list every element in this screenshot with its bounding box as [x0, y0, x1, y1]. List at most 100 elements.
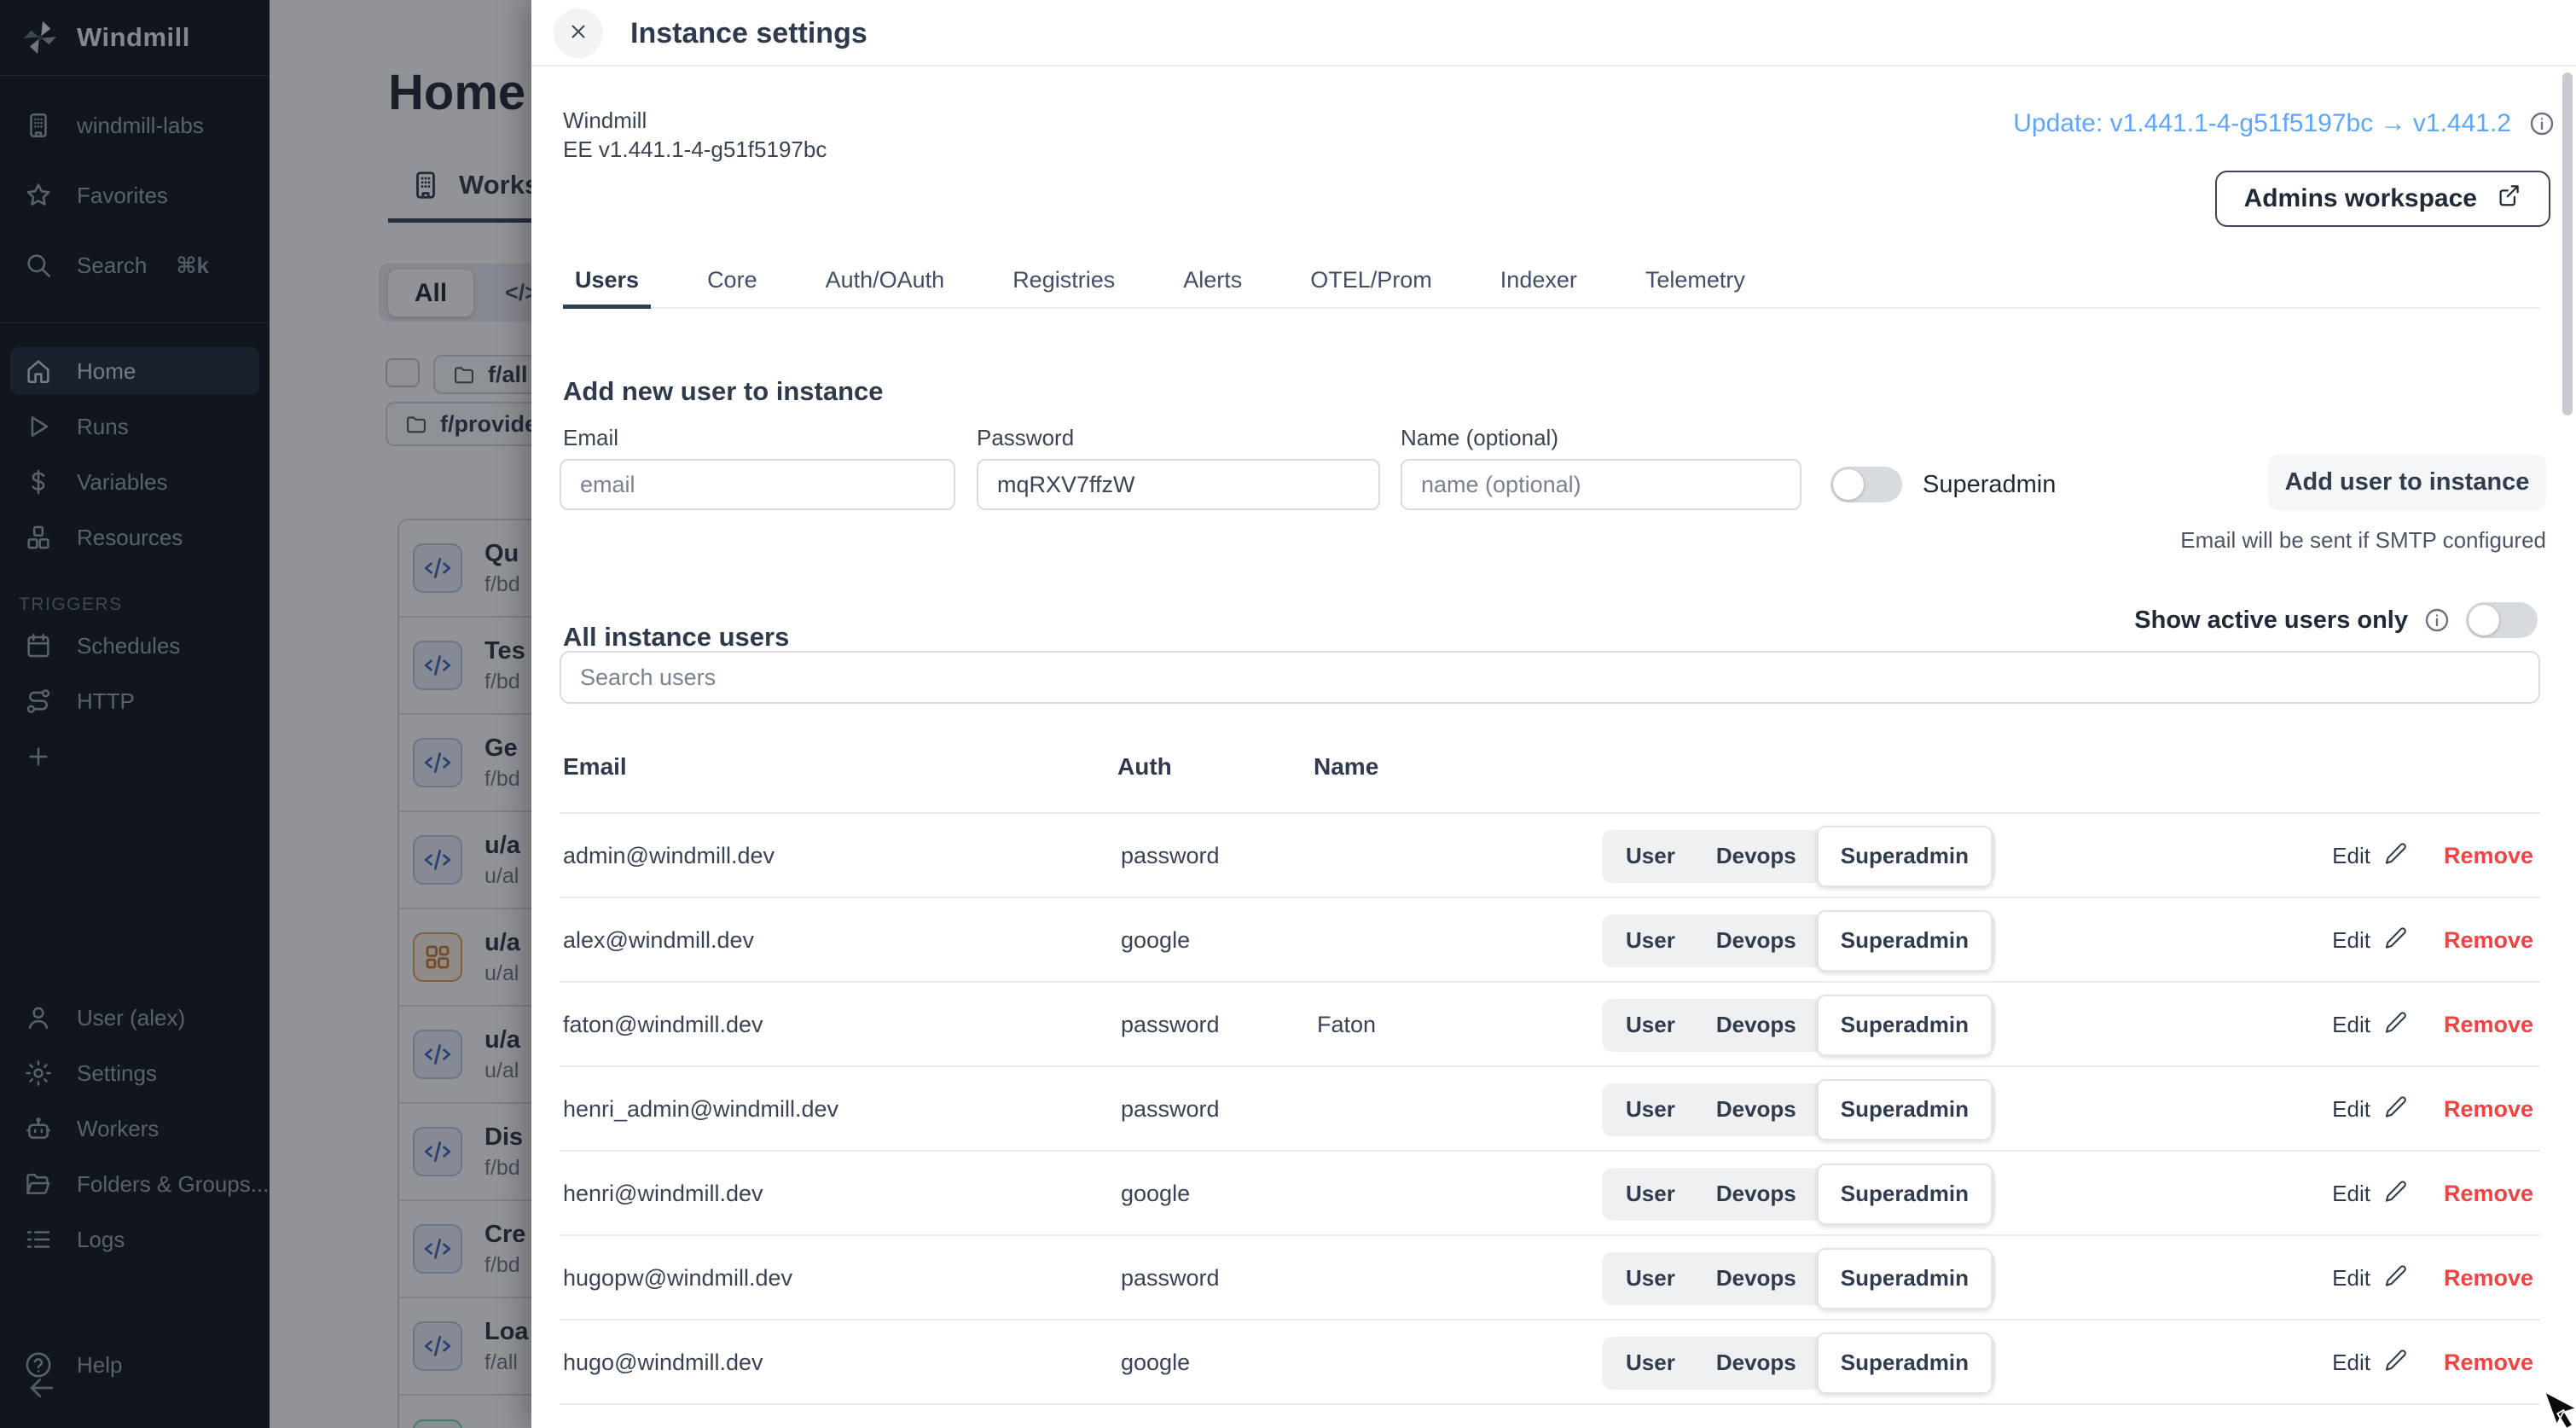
role-superadmin-button[interactable]: Superadmin	[1817, 1079, 1993, 1141]
pencil-icon	[2384, 841, 2408, 871]
role-selector: UserDevopsSuperadmin	[1602, 1252, 1996, 1305]
role-selector: UserDevopsSuperadmin	[1602, 1168, 1996, 1221]
edit-label: Edit	[2332, 1096, 2370, 1123]
role-superadmin-button[interactable]: Superadmin	[1817, 995, 1993, 1056]
edit-button[interactable]: Edit	[2332, 1263, 2408, 1293]
user-auth: google	[1117, 927, 1314, 954]
role-user-button[interactable]: User	[1605, 918, 1696, 964]
edit-button[interactable]: Edit	[2332, 926, 2408, 955]
superadmin-toggle[interactable]	[1830, 467, 1902, 502]
tab-registries[interactable]: Registries	[1001, 256, 1127, 309]
user-auth: password	[1117, 843, 1314, 869]
role-user-button[interactable]: User	[1605, 1171, 1696, 1217]
remove-button[interactable]: Remove	[2444, 1181, 2533, 1207]
drawer-title: Instance settings	[630, 0, 867, 67]
table-row: alex@windmill.devgoogleUserDevopsSuperad…	[560, 898, 2540, 983]
remove-button[interactable]: Remove	[2444, 1012, 2533, 1038]
user-email: henri@windmill.dev	[560, 1181, 1117, 1207]
drawer-header: Instance settings	[531, 0, 2576, 67]
row-controls: UserDevopsSuperadmin Edit Remove	[1602, 1236, 2540, 1321]
add-user-button[interactable]: Add user to instance	[2268, 455, 2546, 510]
role-superadmin-button[interactable]: Superadmin	[1817, 826, 1993, 887]
user-auth: password	[1117, 1096, 1314, 1123]
tab-users[interactable]: Users	[563, 256, 651, 309]
row-controls: UserDevopsSuperadmin Edit Remove	[1602, 983, 2540, 1067]
tab-otel-prom[interactable]: OTEL/Prom	[1298, 256, 1444, 309]
show-active-toggle[interactable]	[2466, 602, 2538, 638]
edit-button[interactable]: Edit	[2332, 1010, 2408, 1040]
toggle-knob	[1833, 469, 1864, 500]
role-superadmin-button[interactable]: Superadmin	[1817, 910, 1993, 972]
role-devops-button[interactable]: Devops	[1696, 833, 1817, 879]
role-superadmin-button[interactable]: Superadmin	[1817, 1164, 1993, 1225]
tab-telemetry[interactable]: Telemetry	[1633, 256, 1757, 309]
users-table-header: Email Auth Name	[563, 753, 2540, 781]
add-user-heading: Add new user to instance	[563, 376, 884, 407]
row-controls: UserDevopsSuperadmin Edit Remove	[1602, 1321, 2540, 1405]
edit-label: Edit	[2332, 1265, 2370, 1292]
row-controls: UserDevopsSuperadmin Edit Remove	[1602, 1067, 2540, 1152]
role-user-button[interactable]: User	[1605, 1087, 1696, 1133]
role-selector: UserDevopsSuperadmin	[1602, 1083, 1996, 1136]
info-icon[interactable]	[2528, 110, 2556, 137]
user-auth: password	[1117, 1265, 1314, 1292]
edit-label: Edit	[2332, 1012, 2370, 1038]
edit-button[interactable]: Edit	[2332, 1179, 2408, 1209]
table-row: henri@windmill.devgoogle UserDevopsSupera…	[560, 1152, 2540, 1236]
name-field[interactable]	[1401, 459, 1801, 510]
role-selector: UserDevopsSuperadmin	[1602, 914, 1996, 967]
scrollbar-thumb[interactable]	[2562, 73, 2573, 415]
mouse-cursor	[2540, 1389, 2576, 1428]
role-user-button[interactable]: User	[1605, 1340, 1696, 1386]
role-devops-button[interactable]: Devops	[1696, 1340, 1817, 1386]
role-selector: UserDevopsSuperadmin	[1602, 999, 1996, 1052]
role-devops-button[interactable]: Devops	[1696, 1171, 1817, 1217]
user-email: faton@windmill.dev	[560, 1012, 1117, 1038]
role-superadmin-button[interactable]: Superadmin	[1817, 1248, 1993, 1309]
role-superadmin-button[interactable]: Superadmin	[1817, 1332, 1993, 1394]
table-row: henri_admin@windmill.devpasswordUserDevo…	[560, 1067, 2540, 1152]
role-devops-button[interactable]: Devops	[1696, 1087, 1817, 1133]
remove-button[interactable]: Remove	[2444, 1265, 2533, 1292]
tab-auth-oauth[interactable]: Auth/OAuth	[814, 256, 957, 309]
email-label: Email	[563, 425, 618, 451]
settings-tabs: Users Core Auth/OAuth Registries Alerts OTEL/…	[563, 256, 2540, 309]
external-link-icon	[2496, 183, 2521, 215]
table-row: hugo@windmill.devgoogleUserDevopsSuperad…	[560, 1321, 2540, 1405]
tab-core[interactable]: Core	[695, 256, 769, 309]
table-row: hugopw@windmill.devpasswordUserDevopsSup…	[560, 1236, 2540, 1321]
instance-settings-drawer: Instance settings Windmill EE v1.441.1-4…	[531, 0, 2576, 1428]
remove-button[interactable]: Remove	[2444, 927, 2533, 954]
role-devops-button[interactable]: Devops	[1696, 1256, 1817, 1302]
role-devops-button[interactable]: Devops	[1696, 918, 1817, 964]
column-name: Name	[1314, 753, 1602, 781]
remove-button[interactable]: Remove	[2444, 1096, 2533, 1123]
admins-workspace-button[interactable]: Admins workspace	[2215, 171, 2550, 227]
role-user-button[interactable]: User	[1605, 1002, 1696, 1048]
admins-workspace-label: Admins workspace	[2244, 184, 2477, 213]
edit-button[interactable]: Edit	[2332, 841, 2408, 871]
remove-button[interactable]: Remove	[2444, 1350, 2533, 1376]
password-field[interactable]	[977, 459, 1380, 510]
tab-indexer[interactable]: Indexer	[1488, 256, 1589, 309]
role-user-button[interactable]: User	[1605, 833, 1696, 879]
close-button[interactable]	[554, 9, 603, 58]
table-row: faton@windmill.devpasswordFatonUserDevop…	[560, 983, 2540, 1067]
password-label: Password	[977, 425, 1074, 451]
edit-button[interactable]: Edit	[2332, 1348, 2408, 1378]
tab-alerts[interactable]: Alerts	[1171, 256, 1254, 309]
update-link[interactable]: Update: v1.441.1-4-g51f5197bc → v1.441.2	[2013, 109, 2511, 138]
role-devops-button[interactable]: Devops	[1696, 1002, 1817, 1048]
pencil-icon	[2384, 1263, 2408, 1293]
role-selector: UserDevopsSuperadmin	[1602, 1337, 1996, 1390]
role-user-button[interactable]: User	[1605, 1256, 1696, 1302]
modal-overlay[interactable]	[0, 0, 531, 1428]
remove-button[interactable]: Remove	[2444, 843, 2533, 869]
user-auth: google	[1117, 1181, 1314, 1207]
email-field[interactable]	[560, 459, 955, 510]
user-email: hugo@windmill.dev	[560, 1350, 1117, 1376]
edit-button[interactable]: Edit	[2332, 1094, 2408, 1124]
search-users-input[interactable]	[560, 651, 2540, 704]
show-active-row: Show active users only	[2134, 602, 2538, 638]
info-icon[interactable]	[2423, 607, 2451, 634]
